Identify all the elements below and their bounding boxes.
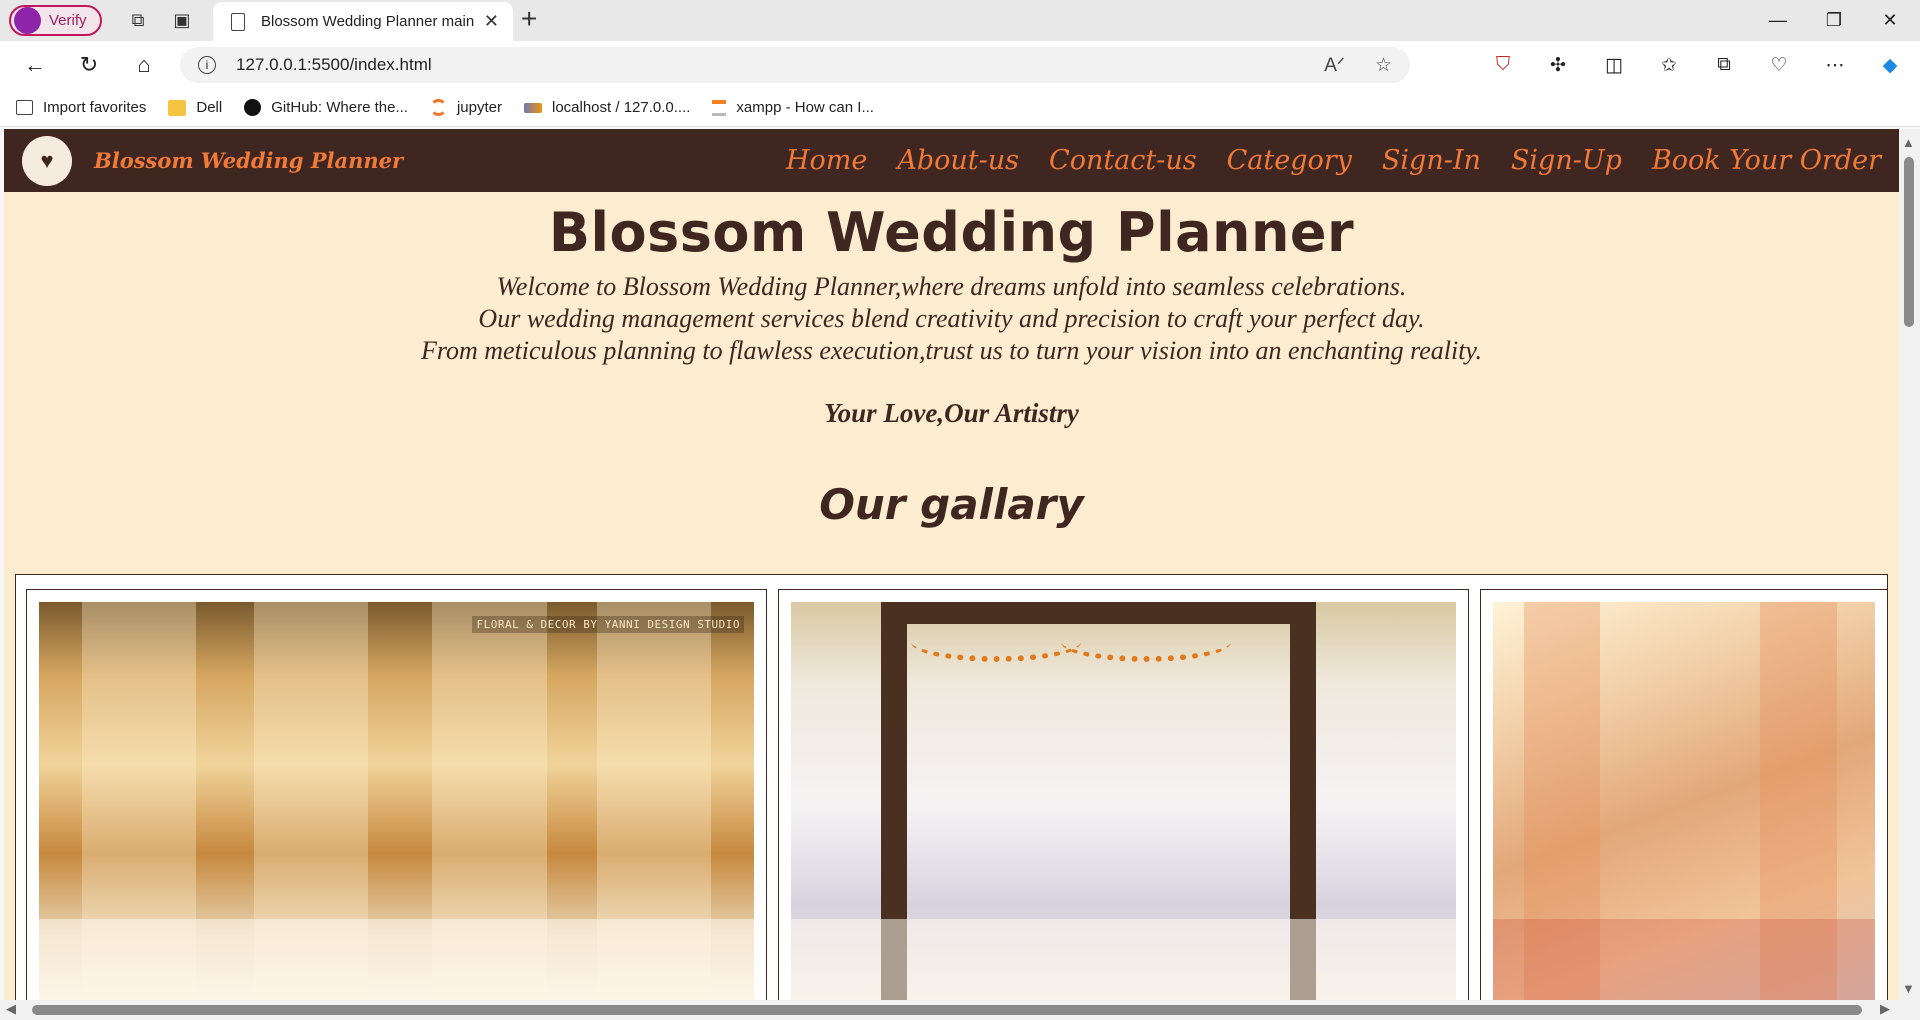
vertical-scroll-thumb[interactable] xyxy=(1904,157,1914,327)
gallery-item-3[interactable] xyxy=(1480,589,1888,1000)
favorite-label: xampp - How can I... xyxy=(736,99,874,116)
vertical-scrollbar[interactable]: ▲ ▼ xyxy=(1899,129,1920,1020)
back-button[interactable]: ← xyxy=(18,49,52,81)
browser-essentials-icon[interactable]: ♡ xyxy=(1762,49,1796,81)
import-icon xyxy=(16,100,33,115)
jupyter-icon xyxy=(429,99,447,116)
new-tab-button[interactable]: + xyxy=(521,3,537,35)
scroll-left-icon[interactable]: ◀ xyxy=(6,1001,16,1017)
folder-icon xyxy=(168,99,187,116)
stackoverflow-icon xyxy=(712,99,727,116)
nav-sign-up[interactable]: Sign-Up xyxy=(1511,145,1622,176)
favorite-label: jupyter xyxy=(456,99,502,116)
scroll-right-icon[interactable]: ▶ xyxy=(1880,1001,1890,1017)
profile-button[interactable]: Verify xyxy=(9,5,102,36)
favorites-icon[interactable]: ✩ xyxy=(1652,49,1686,81)
split-screen-icon[interactable]: ◫ xyxy=(1597,49,1631,81)
site-navbar: ♥ Blossom Wedding Planner Home About-us … xyxy=(4,129,1899,192)
favorite-label: localhost / 127.0.0.... xyxy=(551,99,691,116)
page-viewport: ♥ Blossom Wedding Planner Home About-us … xyxy=(4,129,1899,1000)
refresh-button[interactable]: ↻ xyxy=(72,49,106,81)
gallery: FLORAL & DECOR BY YANNI DESIGN STUDIO xyxy=(15,574,1888,1000)
avatar xyxy=(14,7,41,34)
intro-line: Welcome to Blossom Wedding Planner,where… xyxy=(496,272,1407,301)
nav-about-us[interactable]: About-us xyxy=(897,145,1019,176)
collections-icon[interactable]: ⧉ xyxy=(1707,49,1741,81)
url-text: 127.0.0.1:5500/index.html xyxy=(236,55,432,74)
mandap-photo xyxy=(791,602,1456,1000)
intro-line: Our wedding management services blend cr… xyxy=(478,304,1425,333)
nav-book-your-order[interactable]: Book Your Order xyxy=(1652,145,1881,176)
photo-watermark: FLORAL & DECOR BY YANNI DESIGN STUDIO xyxy=(472,616,744,633)
site-info-icon[interactable]: i xyxy=(198,56,216,74)
address-bar[interactable]: i 127.0.0.1:5500/index.html Aᐟ ☆ xyxy=(180,47,1410,83)
favorites-bar: Import favorites Dell GitHub: Where the.… xyxy=(0,89,1920,127)
horizontal-scrollbar[interactable]: ◀ ▶ xyxy=(0,1000,1899,1020)
nav-home[interactable]: Home xyxy=(786,145,867,176)
tagline: Your Love,Our Artistry xyxy=(824,398,1079,428)
gallery-item-1[interactable]: FLORAL & DECOR BY YANNI DESIGN STUDIO xyxy=(26,589,767,1000)
brand-logo[interactable]: ♥ xyxy=(22,135,72,186)
copilot-icon[interactable]: ◆ xyxy=(1873,49,1907,81)
brand-name[interactable]: Blossom Wedding Planner xyxy=(94,148,403,173)
home-button[interactable]: ⌂ xyxy=(127,49,161,81)
maximize-button[interactable]: ❐ xyxy=(1806,0,1862,41)
gallery-heading: Our gallary xyxy=(819,480,1084,529)
close-window-button[interactable]: ✕ xyxy=(1862,0,1918,41)
more-menu-icon[interactable]: ⋯ xyxy=(1818,49,1852,81)
favorite-xampp[interactable]: xampp - How can I... xyxy=(712,99,874,116)
active-tab[interactable]: Blossom Wedding Planner main ✕ xyxy=(213,2,513,41)
vertical-tabs-icon[interactable]: ▣ xyxy=(160,0,204,41)
favorite-import[interactable]: Import favorites xyxy=(16,99,146,116)
scroll-down-icon[interactable]: ▼ xyxy=(1902,981,1915,996)
nav-contact-us[interactable]: Contact-us xyxy=(1049,145,1197,176)
favorite-label: Import favorites xyxy=(43,99,147,116)
workspaces-icon[interactable]: ⧉ xyxy=(116,0,160,41)
minimize-button[interactable]: — xyxy=(1750,0,1806,41)
gallery-item-2[interactable] xyxy=(778,589,1469,1000)
favorite-star-icon[interactable]: ☆ xyxy=(1375,54,1392,77)
profile-label: Verify xyxy=(49,12,87,29)
extension-shield-icon[interactable]: ⛉ xyxy=(1486,49,1520,81)
page-icon xyxy=(231,12,245,31)
address-toolbar: ← ↻ ⌂ i 127.0.0.1:5500/index.html Aᐟ ☆ ⛉… xyxy=(0,41,1920,89)
favorite-label: GitHub: Where the... xyxy=(271,99,408,116)
page-title: Blossom Wedding Planner xyxy=(548,201,1355,264)
stage-decor-photo: FLORAL & DECOR BY YANNI DESIGN STUDIO xyxy=(39,602,754,1000)
tab-title: Blossom Wedding Planner main xyxy=(261,13,475,30)
intro-text: Welcome to Blossom Wedding Planner,where… xyxy=(4,271,1899,367)
favorite-dell[interactable]: Dell xyxy=(168,99,222,116)
github-icon xyxy=(244,99,262,116)
ceremony-photo xyxy=(1493,602,1875,1000)
horizontal-scroll-thumb[interactable] xyxy=(32,1005,1862,1015)
close-tab-icon[interactable]: ✕ xyxy=(484,11,499,32)
favorite-jupyter[interactable]: jupyter xyxy=(429,99,502,116)
nav-category[interactable]: Category xyxy=(1227,145,1352,176)
favorite-label: Dell xyxy=(196,99,223,116)
nav-sign-in[interactable]: Sign-In xyxy=(1382,145,1481,176)
main-menu: Home About-us Contact-us Category Sign-I… xyxy=(786,129,1881,192)
phpmyadmin-icon xyxy=(523,102,542,113)
scroll-up-icon[interactable]: ▲ xyxy=(1902,135,1915,150)
intro-line: From meticulous planning to flawless exe… xyxy=(420,336,1483,365)
read-aloud-icon[interactable]: Aᐟ xyxy=(1324,54,1345,77)
favorite-localhost[interactable]: localhost / 127.0.0.... xyxy=(523,99,691,116)
favorite-github[interactable]: GitHub: Where the... xyxy=(244,99,408,116)
extensions-icon[interactable]: ✣ xyxy=(1541,49,1575,81)
